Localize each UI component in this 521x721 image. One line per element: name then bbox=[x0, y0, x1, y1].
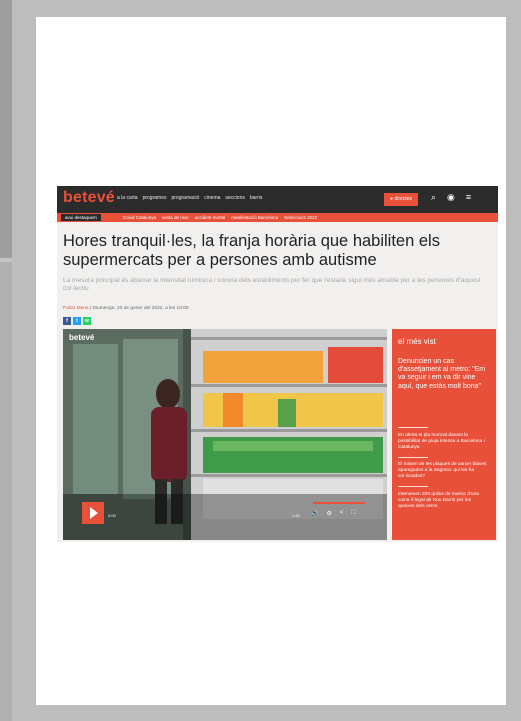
nav-item-barris[interactable]: barris bbox=[250, 195, 263, 201]
user-icon[interactable]: ◉ bbox=[447, 192, 455, 203]
left-strip bbox=[0, 0, 12, 721]
share-icon[interactable]: < bbox=[340, 510, 344, 517]
nav-item-seccions[interactable]: seccions bbox=[225, 195, 244, 201]
sidebar-title: el més vist bbox=[398, 337, 436, 346]
website-screenshot: betevé a la carta programes programació … bbox=[57, 186, 498, 542]
site-logo[interactable]: betevé bbox=[63, 189, 115, 207]
menu-icon[interactable]: ≡ bbox=[466, 192, 471, 203]
top-bar: betevé a la carta programes programació … bbox=[57, 186, 498, 213]
search-icon[interactable]: ⌕ bbox=[431, 192, 436, 203]
play-button[interactable] bbox=[82, 502, 104, 524]
author-link[interactable]: Pablo Mena bbox=[63, 306, 89, 311]
live-button[interactable]: ● directes bbox=[384, 193, 418, 206]
highlights-bar: avui destaquem Covid Catalunya vesta de … bbox=[57, 213, 498, 222]
left-strip-bottom bbox=[0, 262, 12, 721]
most-viewed-item[interactable]: El misteri de les plaques de xarxer blav… bbox=[398, 462, 488, 480]
video-frame-image bbox=[63, 329, 387, 540]
most-viewed-item[interactable]: Intervenen 200 quilos de marisc d'una cu… bbox=[398, 492, 488, 510]
highlight-link[interactable]: manifestació Barcelona bbox=[231, 214, 278, 221]
video-player[interactable]: betevé 0:00 1:43 🔊 ⚙ < ⛶ bbox=[63, 329, 387, 540]
divider bbox=[398, 457, 428, 458]
fullscreen-icon[interactable]: ⛶ bbox=[351, 510, 355, 517]
main-nav: a la carta programes programació cinema … bbox=[117, 195, 262, 201]
highlight-link[interactable]: accident mortal bbox=[195, 214, 226, 221]
article-subhead: La mesura principal és abaixar la intens… bbox=[63, 277, 481, 292]
facebook-share-icon[interactable]: f bbox=[63, 317, 71, 325]
settings-icon[interactable]: ⚙ bbox=[326, 510, 331, 517]
article-headline: Hores tranquil·les, la franja horària qu… bbox=[63, 232, 440, 269]
divider bbox=[398, 427, 428, 428]
nav-item-a-la-carta[interactable]: a la carta bbox=[117, 195, 138, 201]
highlight-link[interactable]: vesta de moc bbox=[162, 214, 189, 221]
nav-item-cinema[interactable]: cinema bbox=[204, 195, 220, 201]
volume-icon[interactable]: 🔊 bbox=[311, 510, 318, 517]
twitter-share-icon[interactable]: t bbox=[73, 317, 81, 325]
byline: Pablo Mena | Diumenge, 23 de gener del 2… bbox=[63, 306, 189, 311]
publish-date: | Diumenge, 23 de gener del 2022, a les … bbox=[89, 306, 189, 311]
video-controls: 🔊 ⚙ < ⛶ bbox=[311, 510, 356, 517]
most-viewed-item[interactable]: Denuncien un cas d'assetjament al metro:… bbox=[398, 358, 488, 391]
divider bbox=[398, 486, 428, 487]
video-current-time: 0:00 bbox=[108, 513, 116, 518]
video-progress-bar[interactable] bbox=[313, 502, 365, 504]
highlights-links: Covid Catalunya vesta de moc accident mo… bbox=[123, 214, 317, 221]
highlight-link[interactable]: Covid Catalunya bbox=[123, 214, 156, 221]
nav-item-programes[interactable]: programes bbox=[143, 195, 167, 201]
left-strip-top bbox=[0, 0, 12, 258]
share-buttons: f t w bbox=[63, 317, 91, 325]
highlight-link[interactable]: Seleccions 2022 bbox=[284, 214, 317, 221]
most-viewed-item[interactable]: En alerta el pla Inuncat davant la possi… bbox=[398, 433, 488, 451]
whatsapp-share-icon[interactable]: w bbox=[83, 317, 91, 325]
video-duration: 1:43 bbox=[292, 513, 300, 518]
video-watermark: betevé bbox=[69, 333, 95, 342]
top-icons: ⌕ ◉ ≡ bbox=[431, 192, 471, 203]
highlights-tag: avui destaquem bbox=[61, 214, 101, 221]
nav-item-programacio[interactable]: programació bbox=[171, 195, 199, 201]
most-viewed-sidebar: el més vist Denuncien un cas d'assetjame… bbox=[392, 329, 496, 540]
